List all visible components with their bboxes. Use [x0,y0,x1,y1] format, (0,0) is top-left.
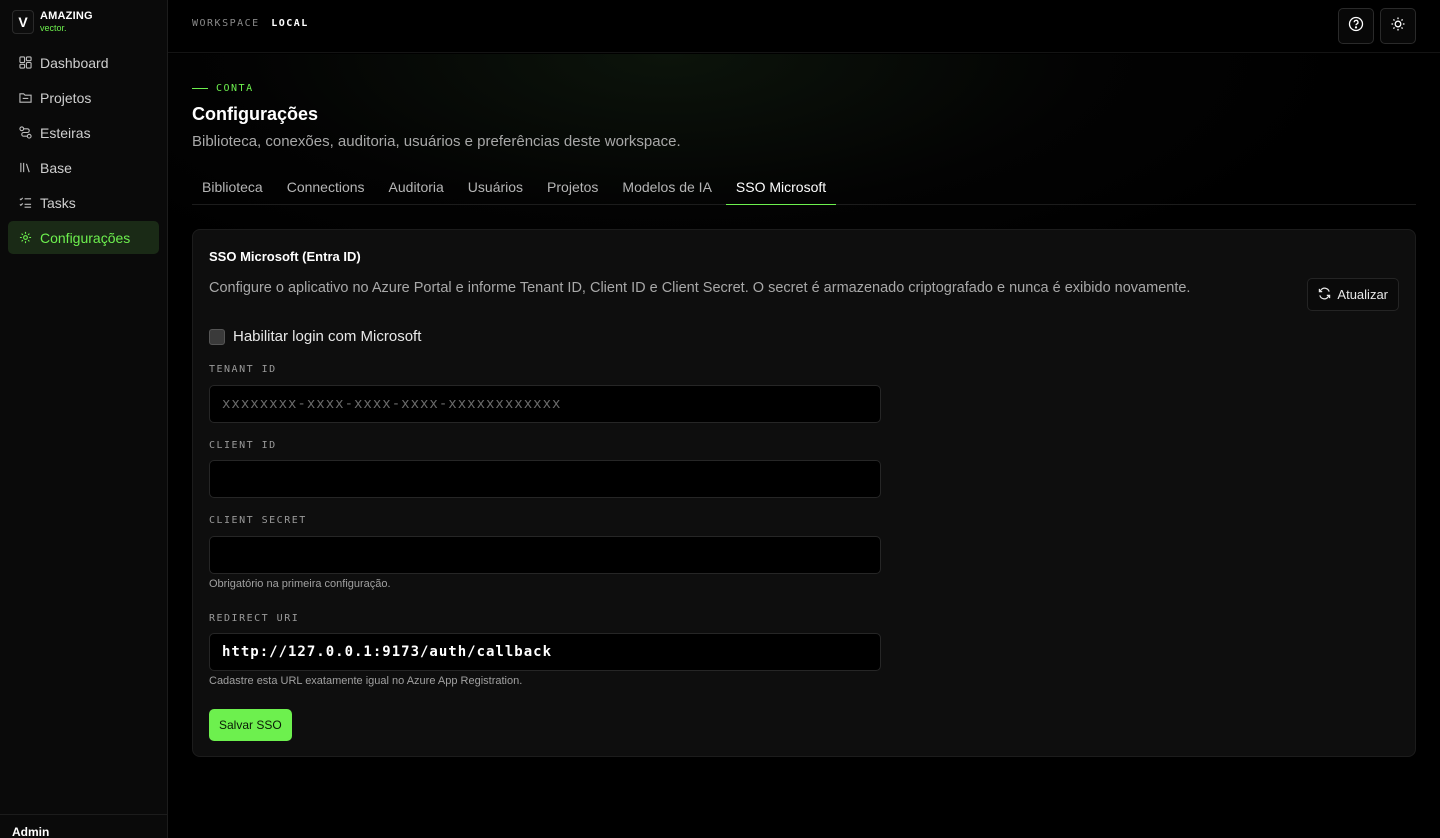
gear-icon [18,231,32,245]
library-icon [18,161,32,175]
tab-usuarios[interactable]: Usuários [458,172,533,205]
route-icon [18,126,32,140]
sso-card: SSO Microsoft (Entra ID) Configure o apl… [192,229,1416,757]
sidebar-item-configuracoes[interactable]: Configurações [8,221,159,254]
sidebar-nav: Dashboard Projetos Esteiras Base Tasks C… [8,46,159,256]
brand[interactable]: V AMAZING vector. [12,10,93,34]
main-content: CONTA Configurações Biblioteca, conexões… [168,54,1440,838]
sidebar-item-label: Configurações [40,229,131,246]
tab-auditoria[interactable]: Auditoria [379,172,454,205]
tab-biblioteca[interactable]: Biblioteca [192,172,273,205]
settings-tabs: Biblioteca Connections Auditoria Usuário… [192,172,1416,205]
redirect-uri-hint: Cadastre esta URL exatamente igual no Az… [209,675,523,687]
help-circle-icon [1348,16,1364,37]
tab-sso-microsoft[interactable]: SSO Microsoft [725,172,837,205]
sso-card-description: Configure o aplicativo no Azure Portal e… [209,280,1191,296]
save-sso-button[interactable]: Salvar SSO [209,709,292,741]
sidebar-item-dashboard[interactable]: Dashboard [8,46,159,79]
sun-icon [1390,16,1406,37]
user-name: Admin [12,825,50,838]
client-secret-input[interactable] [209,536,881,574]
tab-modelos-ia[interactable]: Modelos de IA [612,172,722,205]
sidebar-item-label: Esteiras [40,124,91,141]
tenant-id-input[interactable] [209,385,881,423]
redirect-uri-input[interactable] [209,633,881,671]
redirect-uri-label: REDIRECT URI [209,613,300,624]
brand-logo: V [12,10,34,34]
folder-icon [18,91,32,105]
sidebar-item-esteiras[interactable]: Esteiras [8,116,159,149]
enable-login-checkbox[interactable] [209,328,225,345]
section-tag: CONTA [192,83,254,94]
refresh-label: Atualizar [1337,287,1388,302]
user-menu[interactable]: Admin [0,814,168,838]
enable-login-row: Habilitar login com Microsoft [209,328,421,345]
page-title: Configurações [192,104,319,124]
page-subtitle: Biblioteca, conexões, auditoria, usuário… [192,133,681,150]
theme-toggle-button[interactable] [1380,8,1416,44]
help-button[interactable] [1338,8,1374,44]
sidebar: V AMAZING vector. Dashboard Projetos Est… [0,0,168,838]
topbar: WORKSPACE LOCAL [168,0,1440,53]
sidebar-item-projetos[interactable]: Projetos [8,81,159,114]
tenant-id-label: TENANT ID [209,364,277,375]
client-id-input[interactable] [209,460,881,498]
refresh-icon [1318,287,1337,303]
workspace-label: WORKSPACE [192,18,260,29]
sidebar-item-tasks[interactable]: Tasks [8,186,159,219]
workspace-value: LOCAL [271,18,309,29]
refresh-button[interactable]: Atualizar [1307,278,1399,311]
sidebar-item-base[interactable]: Base [8,151,159,184]
list-checks-icon [18,196,32,210]
client-secret-hint: Obrigatório na primeira configuração. [209,578,391,590]
brand-sub: vector. [40,23,67,33]
sidebar-item-label: Dashboard [40,54,109,71]
tab-connections[interactable]: Connections [277,172,375,205]
tab-projetos[interactable]: Projetos [537,172,608,205]
sso-card-title: SSO Microsoft (Entra ID) [209,249,361,264]
section-tag-label: CONTA [216,83,254,94]
sidebar-item-label: Tasks [40,194,76,211]
brand-name: AMAZING [40,10,93,22]
enable-login-label[interactable]: Habilitar login com Microsoft [233,328,421,345]
client-secret-label: CLIENT SECRET [209,515,307,526]
sidebar-item-label: Projetos [40,89,92,106]
client-id-label: CLIENT ID [209,440,277,451]
section-tag-line [192,88,208,89]
grid-icon [18,56,32,70]
workspace-indicator: WORKSPACE LOCAL [192,18,309,29]
sidebar-item-label: Base [40,159,72,176]
